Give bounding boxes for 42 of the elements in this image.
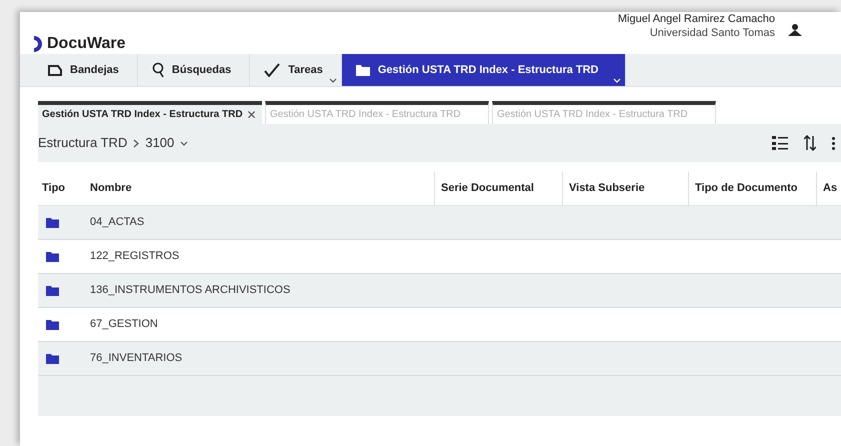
- logo-icon: [34, 36, 44, 52]
- user-name: Miguel Angel Ramirez Camacho: [618, 12, 775, 26]
- chevron-right-icon: [133, 138, 140, 148]
- chevron-down-icon[interactable]: [180, 140, 188, 146]
- column-header[interactable]: Vista Subserie: [569, 180, 645, 197]
- tray-icon: [48, 64, 62, 76]
- column-header[interactable]: Tipo de Documento: [695, 180, 798, 197]
- column-header[interactable]: Serie Documental: [441, 180, 534, 197]
- folder-icon: [46, 252, 59, 262]
- table-cell-text: 67_GESTION: [89, 317, 158, 332]
- column-header[interactable]: Tipo: [42, 180, 66, 197]
- folder-icon: [46, 320, 59, 330]
- close-icon[interactable]: ✕: [246, 106, 257, 124]
- folder-icon: [46, 286, 59, 296]
- folder-icon: [356, 64, 370, 76]
- breadcrumb-item[interactable]: 3100: [145, 133, 174, 153]
- more-icon[interactable]: [832, 136, 835, 150]
- folder-icon: [46, 354, 59, 364]
- breadcrumb-item[interactable]: Estructura TRD: [38, 133, 128, 153]
- check-icon: [264, 63, 280, 77]
- nav-tab[interactable]: Búsquedas: [138, 54, 250, 86]
- organization-name: Universidad Santo Tomas: [650, 26, 775, 40]
- column-header[interactable]: Nombre: [90, 180, 132, 197]
- column-header[interactable]: As: [823, 180, 838, 197]
- table-row[interactable]: 122_REGISTROS: [38, 240, 841, 274]
- folder-icon: [46, 218, 59, 228]
- sort-icon[interactable]: [804, 135, 816, 151]
- nav-tab[interactable]: Gestión USTA TRD Index - Estructura TRD: [342, 54, 626, 86]
- table-cell-text: 136_INSTRUMENTOS ARCHIVISTICOS: [89, 283, 290, 298]
- table-cell-text: 76_INVENTARIOS: [89, 351, 182, 366]
- table-cell-text: 122_REGISTROS: [89, 249, 180, 264]
- search-icon: [152, 62, 164, 78]
- table-row[interactable]: 67_GESTION: [38, 308, 841, 342]
- table-row[interactable]: 04_ACTAS: [38, 206, 841, 240]
- document-tab[interactable]: Gestión USTA TRD Index - Estructura TRD ✕: [38, 101, 262, 124]
- table-cell-text: 04_ACTAS: [89, 215, 144, 230]
- nav-tab[interactable]: Bandejas: [34, 54, 138, 86]
- app-logo: DocuWare: [47, 34, 126, 54]
- table-row[interactable]: 76_INVENTARIOS: [38, 342, 841, 376]
- user-icon[interactable]: [787, 23, 803, 37]
- table-row[interactable]: 136_INSTRUMENTOS ARCHIVISTICOS: [38, 274, 841, 308]
- list-view-icon[interactable]: [772, 135, 788, 151]
